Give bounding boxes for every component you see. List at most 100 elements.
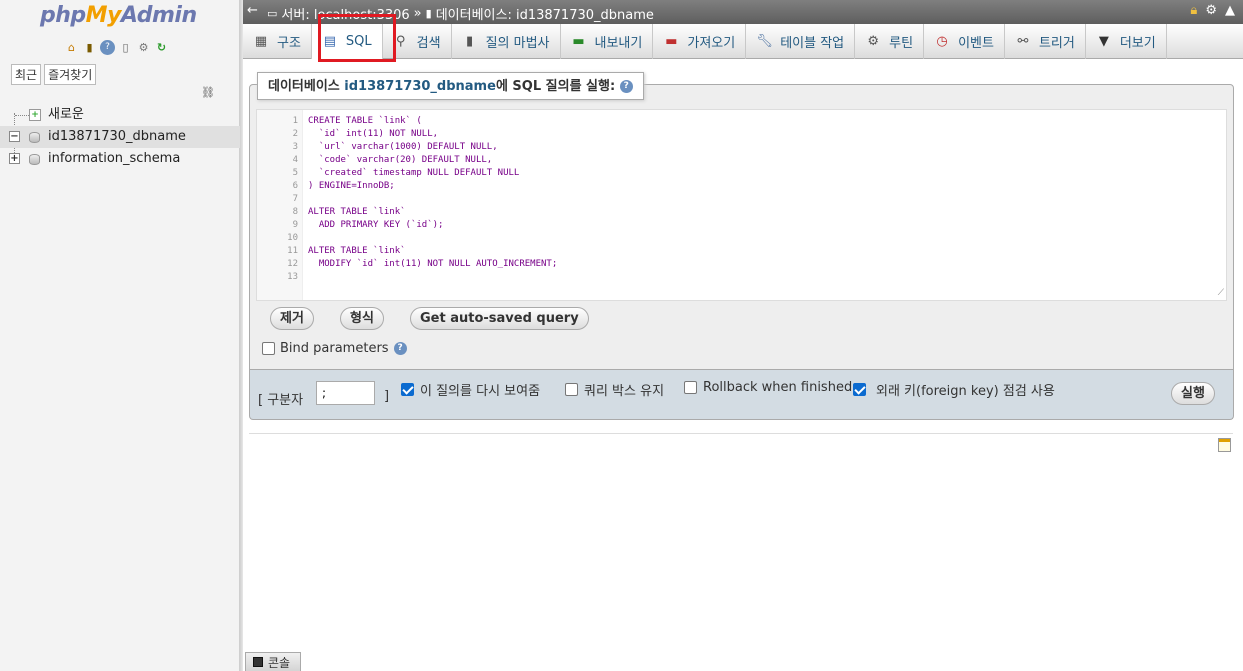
breadcrumb-separator: »	[413, 6, 422, 21]
code-line: ALTER TABLE `link`	[308, 246, 406, 256]
line-number: 7	[292, 194, 298, 204]
tab-sql[interactable]: ▤ SQL	[311, 24, 383, 59]
link-with-main-panel-icon[interactable]: ⛓	[201, 86, 215, 99]
delimiter-input[interactable]	[316, 381, 375, 405]
foreign-key-check-option: 외래 키(foreign key) 점검 사용	[853, 380, 1055, 399]
resize-handle-icon[interactable]: ⟋	[1218, 288, 1224, 298]
tab-label: 구조	[277, 36, 301, 51]
code-line: ) ENGINE=InnoDB;	[308, 181, 395, 191]
tab-import[interactable]: ▬ 가져오기	[653, 24, 747, 59]
tab-query[interactable]: ▮ 질의 마법사	[452, 24, 561, 59]
tree-item-information-schema[interactable]: + information_schema	[0, 148, 240, 170]
export-icon: ▬	[572, 34, 585, 49]
tab-more[interactable]: ▼ 더보기	[1086, 24, 1167, 59]
logout-icon[interactable]: ▮	[82, 40, 97, 55]
retain-query-box-label: 쿼리 박스 유지	[584, 384, 665, 399]
events-icon: ◷	[936, 34, 948, 49]
sql-query-editor[interactable]: 1 2 3 4 5 6 7 8 9 10 11 12 13 CREATE TABLE `link` ( …	[256, 109, 1227, 301]
legend-database-name: id13871730_dbname	[344, 79, 496, 94]
database-icon	[29, 154, 40, 165]
sql-panel-legend: 데이터베이스 id13871730_dbname에 SQL 질의를 실행: ?	[257, 72, 644, 100]
settings-gear-icon[interactable]: ⚙	[1205, 3, 1217, 18]
line-number: 4	[292, 155, 298, 165]
settings-gear-icon[interactable]: ⚙	[136, 40, 151, 55]
help-icon[interactable]: ?	[619, 80, 633, 93]
line-number: 6	[292, 181, 298, 191]
foreign-key-check-checkbox[interactable]	[853, 383, 866, 396]
line-number: 10	[287, 233, 298, 243]
tab-routines[interactable]: ⚙ 루틴	[855, 24, 925, 59]
sql-fieldset: 1 2 3 4 5 6 7 8 9 10 11 12 13 CREATE TABLE `link` ( …	[249, 84, 1234, 370]
rollback-checkbox[interactable]	[684, 381, 697, 394]
recent-tab[interactable]: 최근	[11, 64, 42, 85]
console-label: 콘솔	[268, 655, 291, 670]
tab-operations[interactable]: 🔧︎ 테이블 작업	[746, 24, 856, 59]
console-toggle-button[interactable]: 콘솔	[245, 652, 301, 671]
line-number: 9	[292, 220, 298, 230]
bind-parameters-checkbox[interactable]	[262, 342, 275, 355]
back-arrow-icon[interactable]: ←	[247, 3, 258, 18]
tab-label: 가져오기	[687, 36, 736, 51]
code-line: `code` varchar(20) DEFAULT NULL,	[308, 155, 493, 165]
breadcrumb: ▭ 서버: localhost:3306 » ▮ 데이터베이스: id13871…	[267, 4, 654, 23]
tree-item-new[interactable]: + 새로운	[0, 104, 240, 126]
tab-label: 검색	[416, 36, 441, 51]
tree-item-label: id13871730_dbname	[48, 129, 186, 144]
phpmyadmin-logo[interactable]: phpMyAdmin	[40, 3, 197, 28]
tab-export[interactable]: ▬ 내보내기	[561, 24, 654, 59]
sidebar-resize-handle[interactable]	[240, 0, 243, 671]
tab-label: 내보내기	[594, 36, 643, 51]
tab-events[interactable]: ◷ 이벤트	[924, 24, 1005, 59]
breadcrumb-server[interactable]: 서버: localhost:3306	[281, 4, 409, 23]
bind-parameters-label: Bind parameters	[280, 341, 389, 356]
help-icon[interactable]: ?	[393, 342, 407, 355]
legend-prefix: 데이터베이스	[268, 79, 345, 94]
show-query-again-option: 이 질의를 다시 보여줌	[401, 380, 540, 399]
collapse-arrow-icon[interactable]: ▲	[1225, 3, 1235, 18]
expand-icon[interactable]: +	[9, 153, 20, 164]
home-icon[interactable]: ⌂	[64, 40, 79, 55]
content-divider	[249, 433, 1233, 434]
delimiter-label: [ 구분자	[258, 393, 304, 408]
delimiter-bracket: ]	[384, 389, 390, 404]
line-number: 2	[292, 129, 298, 139]
go-button[interactable]: 실행	[1171, 382, 1215, 405]
tab-label: 더보기	[1119, 36, 1156, 51]
clear-button[interactable]: 제거	[270, 307, 314, 330]
get-auto-saved-query-button[interactable]: Get auto-saved query	[410, 307, 589, 330]
format-button[interactable]: 형식	[340, 307, 384, 330]
tree-item-id13871730-dbname[interactable]: − id13871730_dbname	[0, 126, 240, 148]
tab-label: 질의 마법사	[485, 36, 550, 51]
database-tabs: ▦ 구조 ▤ SQL ⚲ 검색 ▮ 질의 마법사 ▬ 내보내기 ▬ 가져오기 🔧︎ 테이블 작…	[243, 24, 1243, 59]
line-number: 1	[292, 116, 298, 126]
sql-code[interactable]: CREATE TABLE `link` ( `id` int(11) NOT N…	[308, 115, 557, 284]
import-icon: ▬	[665, 34, 678, 49]
favorites-tab[interactable]: 즐겨찾기	[44, 64, 97, 85]
tab-search[interactable]: ⚲ 검색	[383, 24, 452, 59]
notepad-icon[interactable]	[1218, 438, 1231, 452]
wrench-icon: 🔧︎	[756, 34, 773, 49]
documentation-icon[interactable]: ▯	[118, 40, 133, 55]
code-line: ALTER TABLE `link`	[308, 207, 406, 217]
tab-triggers[interactable]: ⚯ 트리거	[1005, 24, 1086, 59]
line-number: 8	[292, 207, 298, 217]
line-number: 13	[287, 272, 298, 282]
navigation-panel: phpMyAdmin ⌂ ▮ ? ▯ ⚙ ↻ 최근 즐겨찾기 ⛓ + 새로운 −…	[0, 0, 240, 671]
line-number: 5	[292, 168, 298, 178]
show-query-again-checkbox[interactable]	[401, 383, 414, 396]
breadcrumb-database[interactable]: 데이터베이스: id13871730_dbname	[436, 4, 654, 23]
collapse-icon[interactable]: −	[9, 131, 20, 142]
retain-query-box-checkbox[interactable]	[565, 383, 578, 396]
tab-label: SQL	[345, 34, 372, 49]
recent-favorites-tabs: 최근 즐겨찾기	[11, 64, 97, 85]
tree-item-label: 새로운	[48, 107, 84, 122]
help-icon[interactable]: ?	[100, 40, 115, 55]
tab-structure[interactable]: ▦ 구조	[243, 24, 312, 59]
server-breadcrumb-bar: ← ▭ 서버: localhost:3306 » ▮ 데이터베이스: id138…	[243, 0, 1243, 24]
legend-suffix: 에 SQL 질의를 실행:	[495, 79, 616, 94]
lock-icon[interactable]: 🔒︎	[1190, 3, 1197, 18]
reload-icon[interactable]: ↻	[154, 40, 169, 55]
code-line: MODIFY `id` int(11) NOT NULL AUTO_INCREM…	[308, 259, 558, 269]
